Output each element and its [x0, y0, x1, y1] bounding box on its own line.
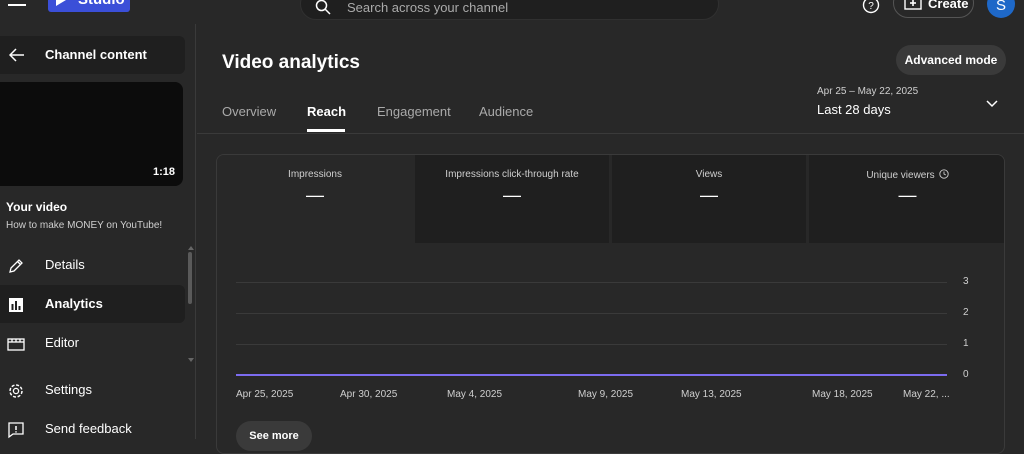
sidebar-item-label: Settings	[45, 382, 92, 397]
x-tick-label: May 9, 2025	[578, 389, 634, 400]
studio-logo[interactable]: Studio	[48, 0, 130, 12]
sidebar-item-send-feedback[interactable]: Send feedback	[0, 410, 185, 448]
metric-label: Impressions click-through rate	[445, 169, 579, 180]
scroll-up-arrow[interactable]	[188, 246, 194, 250]
metric-impressions[interactable]: Impressions —	[217, 155, 413, 243]
create-button[interactable]: Create	[893, 0, 974, 18]
chart-gridline	[236, 282, 947, 283]
feedback-icon	[8, 422, 24, 439]
y-tick-label: 3	[963, 276, 969, 287]
see-more-button[interactable]: See more	[236, 421, 312, 451]
main-content: Video analytics Advanced mode Overview R…	[197, 24, 1024, 454]
tab-overview[interactable]: Overview	[222, 104, 276, 119]
logo-text: Studio	[78, 0, 125, 8]
y-tick-label: 2	[963, 307, 969, 318]
sidebar-scrollbar[interactable]	[188, 252, 192, 304]
chevron-down-icon[interactable]	[985, 98, 999, 108]
metric-views[interactable]: Views —	[610, 155, 806, 243]
channel-content-back-button[interactable]: Channel content	[0, 36, 185, 74]
date-range[interactable]: Apr 25 – May 22, 2025	[817, 86, 918, 97]
metric-impressions-ctr[interactable]: Impressions click-through rate —	[413, 155, 609, 243]
x-tick-label: May 13, 2025	[681, 389, 742, 400]
page-title: Video analytics	[222, 52, 360, 73]
metric-unique-viewers[interactable]: Unique viewers —	[807, 155, 1004, 243]
play-logo-icon	[56, 0, 66, 6]
sidebar-item-label: Send feedback	[45, 421, 132, 436]
scroll-down-arrow[interactable]	[188, 358, 194, 362]
reach-card: Impressions — Impressions click-through …	[216, 154, 1005, 454]
help-icon[interactable]: ?	[862, 0, 880, 14]
metric-value: —	[306, 185, 324, 205]
x-tick-label: Apr 30, 2025	[340, 389, 398, 400]
x-tick-label: May 4, 2025	[447, 389, 503, 400]
sidebar-item-analytics[interactable]: Analytics	[0, 285, 185, 323]
top-bar: Studio ? Create S	[0, 0, 1024, 24]
y-tick-label: 0	[963, 369, 969, 380]
x-tick-label: May 22, ...	[903, 389, 950, 400]
create-video-icon	[904, 0, 922, 10]
avatar[interactable]: S	[987, 0, 1015, 18]
sidebar-item-editor[interactable]: Editor	[0, 324, 185, 362]
metric-label: Views	[695, 169, 723, 180]
metric-value: —	[898, 185, 917, 205]
reach-chart: 3 2 1 0 Apr 25, 2025 Apr 30, 2025 May 4, 2025 M…	[217, 243, 1004, 453]
channel-content-label: Channel content	[45, 47, 147, 62]
sidebar-item-details[interactable]: Details	[0, 246, 185, 284]
back-arrow-icon	[9, 48, 24, 62]
clock-icon	[939, 169, 949, 179]
gear-icon	[9, 384, 23, 398]
sidebar: Channel content 1:18 Your video How to m…	[0, 24, 196, 439]
metric-value: —	[503, 185, 521, 205]
tab-reach[interactable]: Reach	[307, 104, 346, 119]
chart-gridline	[236, 313, 947, 314]
svg-text:?: ?	[868, 1, 874, 12]
video-thumbnail[interactable]: 1:18	[0, 82, 183, 186]
your-video-label: Your video	[6, 200, 68, 214]
sidebar-item-label: Editor	[45, 335, 79, 350]
chart-gridline	[236, 344, 947, 345]
sidebar-item-label: Details	[45, 257, 85, 272]
x-tick-label: May 18, 2025	[812, 389, 873, 400]
sidebar-item-settings[interactable]: Settings	[0, 371, 185, 409]
tab-engagement[interactable]: Engagement	[377, 104, 451, 119]
hamburger-menu-icon[interactable]	[8, 0, 28, 10]
y-tick-label: 1	[963, 338, 969, 349]
series-line[interactable]	[236, 374, 947, 376]
x-tick-label: Apr 25, 2025	[236, 389, 294, 400]
pencil-icon	[9, 259, 23, 273]
metric-value: —	[700, 185, 718, 205]
metric-label-text: Unique viewers	[866, 170, 935, 181]
video-title: How to make MONEY on YouTube!	[6, 220, 163, 231]
video-duration: 1:18	[152, 166, 175, 178]
search-bar[interactable]	[300, 0, 719, 20]
metric-label: Impressions	[288, 169, 342, 180]
metric-label: Unique viewers	[809, 169, 1004, 181]
analytics-icon	[9, 298, 23, 312]
tabs-divider	[197, 133, 1024, 134]
advanced-mode-button[interactable]: Advanced mode	[896, 45, 1006, 75]
tab-audience[interactable]: Audience	[479, 104, 533, 119]
create-label: Create	[928, 0, 969, 11]
search-icon	[315, 0, 331, 15]
search-input[interactable]	[347, 0, 697, 16]
active-tab-indicator	[307, 129, 345, 132]
editor-icon	[7, 338, 25, 351]
date-period-label[interactable]: Last 28 days	[817, 102, 891, 117]
sidebar-item-label: Analytics	[45, 296, 103, 311]
